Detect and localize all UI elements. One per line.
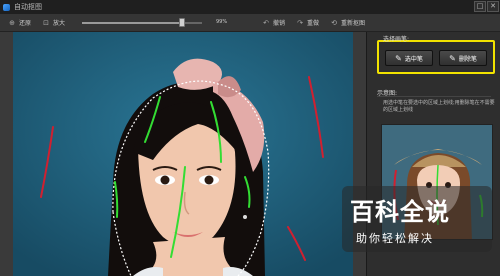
photo-illustration [13, 32, 353, 276]
fit-icon: ⊕ [9, 18, 15, 27]
zoom-label: 放大 [53, 20, 66, 27]
close-button[interactable]: ✕ [487, 1, 499, 12]
zoom-in-button[interactable]: ⊡ 放大 [42, 18, 66, 28]
maximize-button[interactable]: □ [474, 1, 486, 12]
watermark-subtitle: 助你轻松解决 [356, 232, 434, 245]
undo-step-button[interactable]: ↶ 撤销 [262, 18, 286, 28]
pen-icon: ✎ [395, 53, 402, 63]
image-canvas[interactable] [13, 32, 353, 276]
workspace [0, 32, 366, 276]
zoom-slider-handle[interactable] [178, 18, 185, 27]
brush-heading: 选择画笔: [383, 36, 410, 43]
app-icon [3, 3, 10, 11]
brush-selector: 选择画笔: ✎ 选中笔 ✎ 删除笔 [377, 36, 495, 74]
zoom-icon: ⊡ [43, 18, 49, 27]
reset-label: 重新抠图 [341, 20, 366, 27]
redo-step-button[interactable]: ↷ 重做 [296, 18, 320, 28]
delete-brush-label: 删除笔 [458, 55, 477, 63]
watermark-logo: 百科全说 助你轻松解决 [342, 186, 492, 252]
zoom-slider-fill [82, 22, 182, 24]
select-brush-label: 选中笔 [404, 55, 423, 63]
redo-arrow-icon: ↷ [297, 18, 303, 27]
toolbar: ⊕ 还原 ⊡ 放大 99% ↶ 撤销 ↷ 重做 ⟲ 重新抠图 [0, 14, 500, 32]
reset-button[interactable]: ⟲ 重新抠图 [330, 18, 366, 28]
redo-label: 撤销 [273, 20, 286, 27]
forward-label: 重做 [307, 20, 320, 27]
example-heading: 示意图: [377, 90, 398, 97]
reset-icon: ⟲ [331, 18, 337, 27]
undo-label: 还原 [19, 20, 32, 27]
watermark-title: 百科全说 [350, 198, 450, 226]
title-bar: 自动抠图 □ ✕ [0, 0, 500, 14]
undo-arrow-icon: ↶ [263, 18, 269, 27]
zoom-value: 99% [216, 19, 228, 25]
example-description: 用选中笔在要选中的区域上划线;用删除笔在不需要的区域上划线 [383, 100, 495, 113]
eraser-pen-icon: ✎ [449, 53, 456, 63]
undo-button[interactable]: ⊕ 还原 [8, 18, 32, 28]
select-brush-button[interactable]: ✎ 选中笔 [385, 50, 433, 66]
window-title: 自动抠图 [14, 3, 42, 11]
delete-brush-button[interactable]: ✎ 删除笔 [439, 50, 487, 66]
